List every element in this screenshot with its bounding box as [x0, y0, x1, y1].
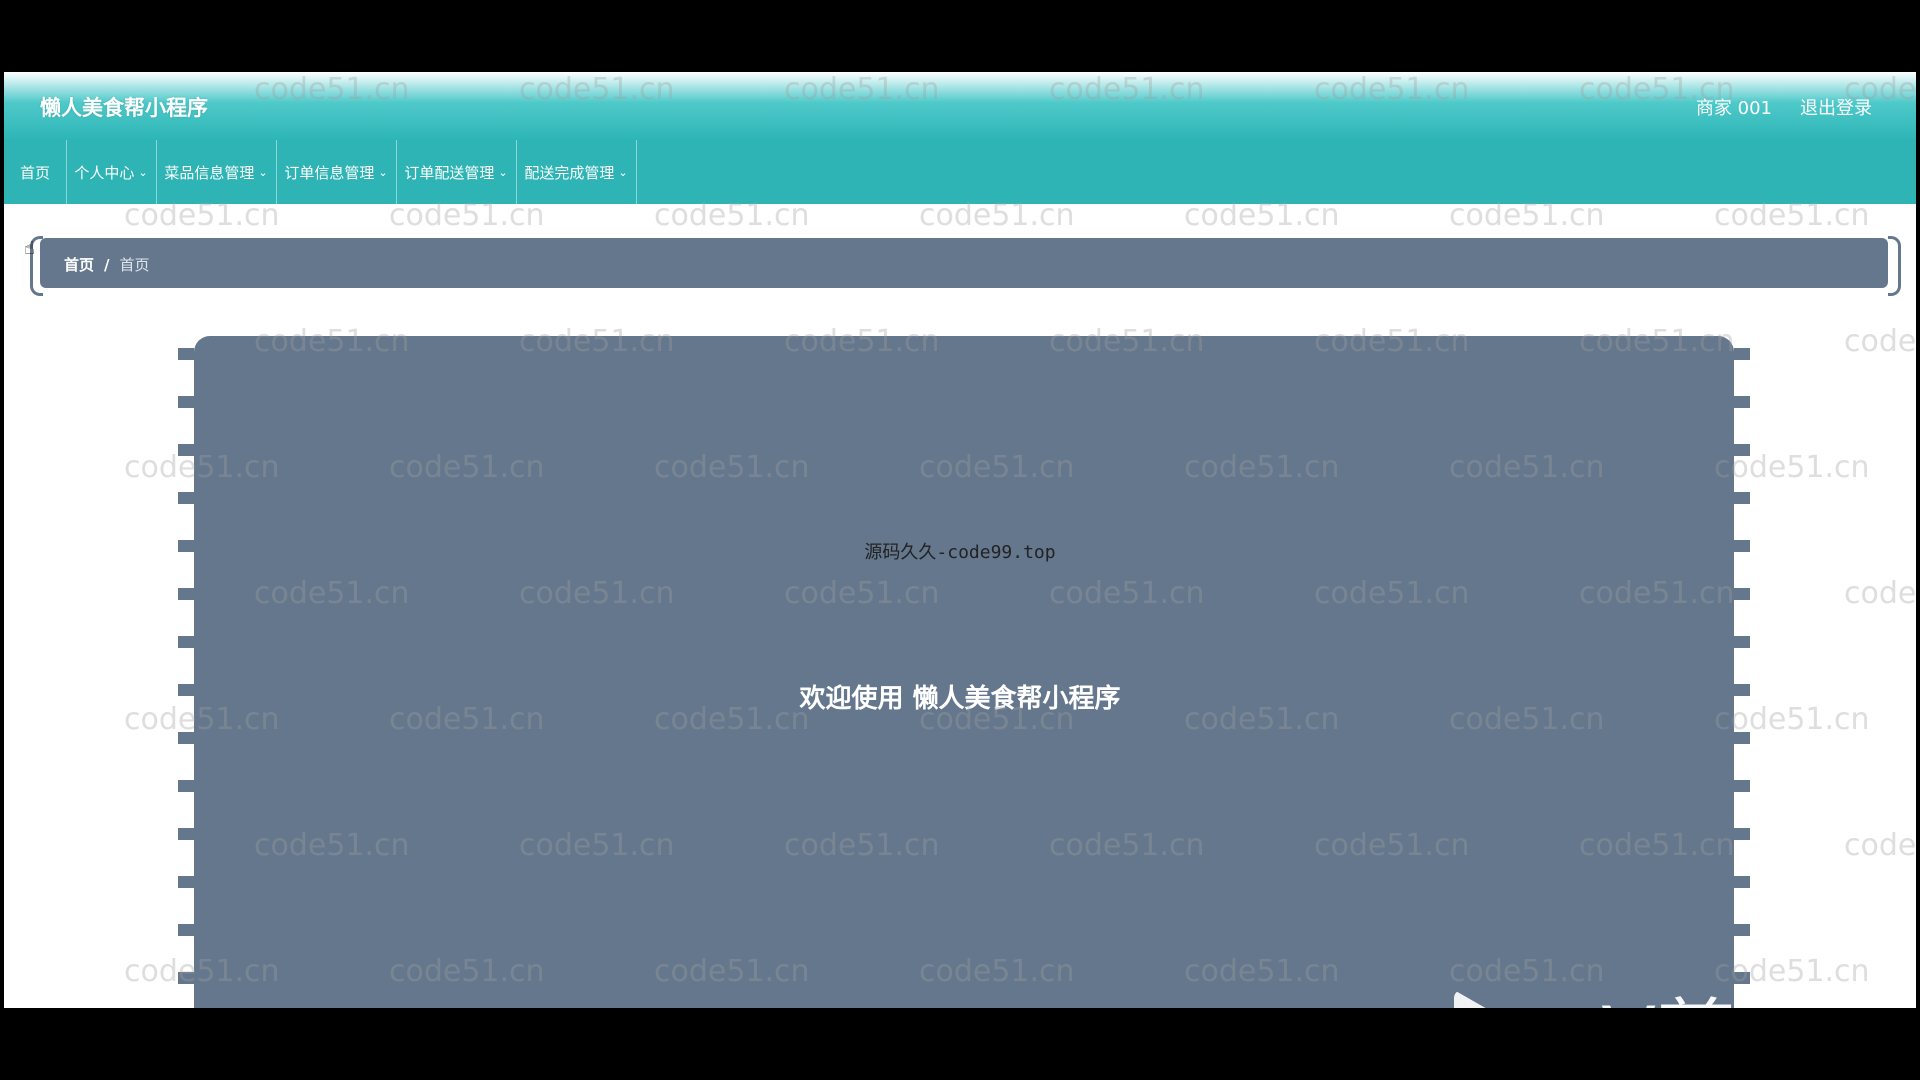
logout-link[interactable]: 退出登录: [1800, 94, 1872, 120]
nav-item-home[interactable]: 首页: [4, 140, 67, 204]
top-header: 懒人美食帮小程序 商家 001 退出登录: [4, 72, 1916, 140]
logo-text: eV剪: [1552, 972, 1736, 1008]
chevron-down-icon: ⌄: [498, 165, 508, 179]
watermark-text: code51.cn: [1844, 324, 1916, 359]
top-nav: 首页 个人中心 ⌄ 菜品信息管理 ⌄ 订单信息管理 ⌄ 订单配送管理 ⌄ 配送完…: [4, 140, 1916, 204]
breadcrumb: 首页 / 首页: [64, 254, 150, 275]
nav-item-personal-center[interactable]: 个人中心 ⌄: [66, 140, 157, 204]
chevron-down-icon: ⌄: [618, 165, 628, 179]
nav-item-order-info[interactable]: 订单信息管理 ⌄: [276, 140, 397, 204]
nav-item-dish-info[interactable]: 菜品信息管理 ⌄: [156, 140, 277, 204]
source-subtitle: 源码久久-code99.top: [864, 542, 1056, 563]
current-user[interactable]: 商家 001: [1696, 94, 1772, 120]
panel-tooth: [1734, 396, 1750, 408]
panel-tooth: [178, 780, 194, 792]
panel-tooth: [1734, 876, 1750, 888]
nav-item-label: 菜品信息管理: [164, 163, 255, 182]
pointer-cursor-icon: ☝: [24, 238, 35, 259]
nav-item-label: 配送完成管理: [524, 163, 615, 182]
breadcrumb-bar: [40, 238, 1888, 288]
panel-tooth: [178, 876, 194, 888]
panel-tooth: [178, 348, 194, 360]
panel-tooth: [178, 924, 194, 936]
panel-tooth: [1734, 732, 1750, 744]
welcome-message: 欢迎使用 懒人美食帮小程序: [799, 684, 1121, 714]
panel-tooth: [178, 444, 194, 456]
panel-tooth: [1734, 444, 1750, 456]
panel-tooth: [1734, 780, 1750, 792]
nav-item-order-delivery[interactable]: 订单配送管理 ⌄: [396, 140, 517, 204]
panel-tooth: [1734, 924, 1750, 936]
panel-tooth: [1734, 636, 1750, 648]
watermark-text: code51.cn: [1844, 576, 1916, 611]
welcome-panel: [194, 336, 1734, 1008]
chevron-down-icon: ⌄: [378, 165, 388, 179]
breadcrumb-separator: /: [104, 256, 110, 274]
panel-tooth: [178, 732, 194, 744]
breadcrumb-root[interactable]: 首页: [64, 256, 94, 274]
chevron-down-icon: ⌄: [258, 165, 268, 179]
video-editor-logo: eV剪: [1454, 972, 1736, 1008]
watermark-text: code51.cn: [1844, 828, 1916, 863]
panel-tooth: [178, 588, 194, 600]
nav-item-label: 个人中心: [74, 163, 135, 182]
panel-tooth: [1734, 972, 1750, 984]
play-icon: [1454, 990, 1524, 1008]
panel-tooth: [178, 972, 194, 984]
nav-item-label: 首页: [19, 163, 50, 182]
breadcrumb-current: 首页: [119, 256, 150, 274]
nav-item-label: 订单配送管理: [404, 163, 495, 182]
panel-tooth: [178, 636, 194, 648]
panel-tooth: [1734, 348, 1750, 360]
chevron-down-icon: ⌄: [138, 165, 148, 179]
panel-tooth: [178, 828, 194, 840]
panel-tooth: [1734, 588, 1750, 600]
app-title: 懒人美食帮小程序: [40, 96, 208, 120]
nav-item-label: 订单信息管理: [284, 163, 375, 182]
breadcrumb-bracket-right: [1888, 236, 1901, 296]
panel-tooth: [178, 492, 194, 504]
panel-tooth: [178, 396, 194, 408]
panel-tooth: [1734, 828, 1750, 840]
panel-tooth: [1734, 492, 1750, 504]
app-window: 懒人美食帮小程序 商家 001 退出登录 首页 个人中心 ⌄ 菜品信息管理 ⌄ …: [4, 72, 1916, 1008]
nav-item-delivery-complete[interactable]: 配送完成管理 ⌄: [516, 140, 637, 204]
